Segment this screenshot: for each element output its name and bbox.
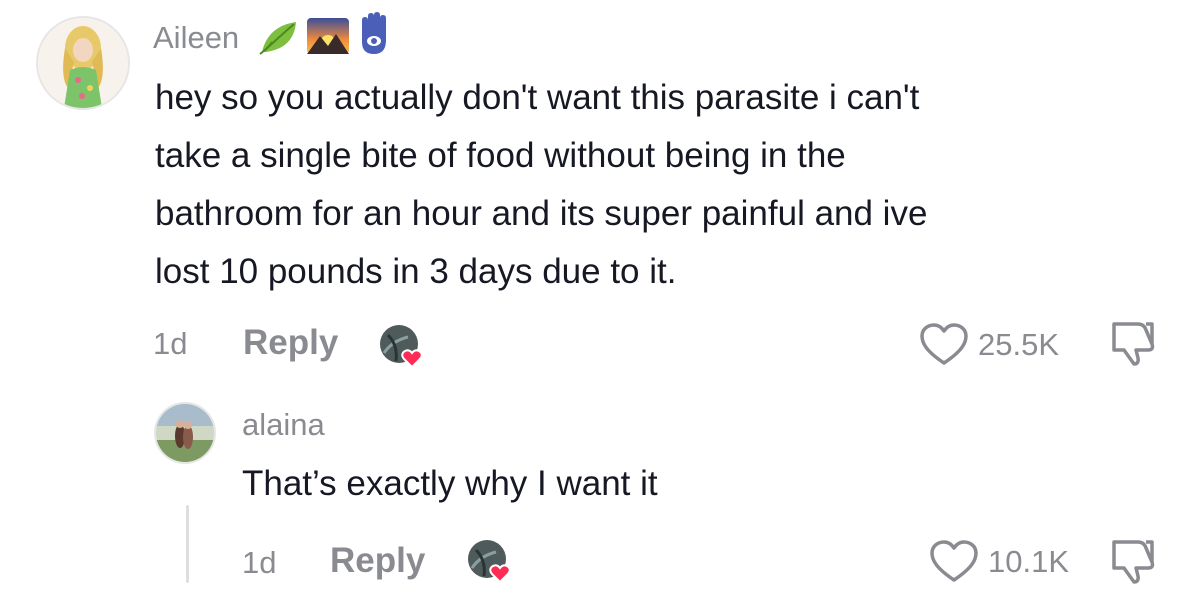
comment-text-line: take a single bite of food without being… [155, 136, 846, 175]
heart-outline-icon [920, 323, 968, 365]
heart-outline-icon [930, 540, 978, 582]
thread-line [186, 505, 189, 583]
leaf-icon [258, 18, 302, 63]
reply-text: That’s exactly why I want it [242, 464, 658, 503]
reply-button[interactable]: Reply [243, 323, 338, 363]
reply-avatar-image [156, 404, 214, 462]
comment-text: hey so you actually don't want this para… [155, 69, 927, 301]
avatar[interactable] [36, 16, 130, 110]
sunrise-icon [306, 16, 350, 61]
reply-username[interactable]: alaina [242, 407, 325, 443]
comment-age: 1d [153, 326, 188, 361]
comment-text-line: bathroom for an hour and its super painf… [155, 194, 928, 233]
dislike-icon[interactable] [1108, 538, 1158, 589]
dislike-icon[interactable] [1108, 320, 1158, 371]
like-count: 25.5K [978, 327, 1060, 362]
reply-avatar[interactable] [154, 402, 216, 464]
reply-age: 1d [242, 545, 277, 580]
comment-username[interactable]: Aileen [153, 20, 239, 56]
creator-liked-badge [378, 323, 424, 369]
hamsa-icon [354, 12, 394, 61]
like-button[interactable]: 25.5K [920, 323, 1059, 367]
creator-liked-badge [466, 538, 512, 584]
reply-button[interactable]: Reply [330, 541, 425, 581]
avatar-image [38, 18, 128, 108]
comment-text-line: hey so you actually don't want this para… [155, 78, 920, 117]
like-count: 10.1K [988, 544, 1070, 579]
reply-like-button[interactable]: 10.1K [930, 540, 1069, 584]
comment-text-line: lost 10 pounds in 3 days due to it. [155, 252, 677, 291]
